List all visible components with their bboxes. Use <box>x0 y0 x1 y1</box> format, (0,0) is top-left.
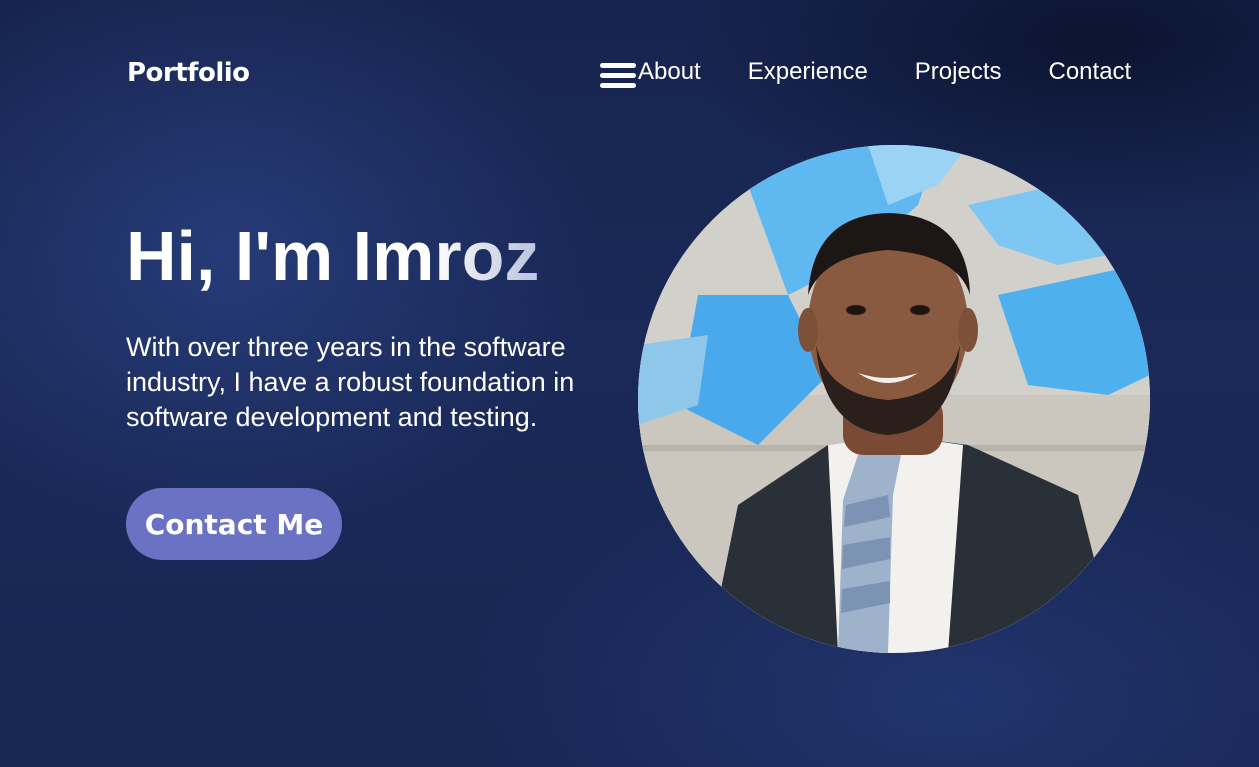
nav-links: About Experience Projects Contact <box>638 58 1131 86</box>
hero-description: With over three years in the software in… <box>126 332 575 432</box>
nav-link-experience[interactable]: Experience <box>748 58 868 85</box>
profile-photo <box>638 145 1150 653</box>
contact-me-button[interactable]: Contact Me <box>126 488 342 560</box>
nav-link-about[interactable]: About <box>638 58 701 85</box>
nav-link-contact[interactable]: Contact <box>1049 58 1132 85</box>
hamburger-menu-icon[interactable] <box>600 63 636 89</box>
nav-link-projects[interactable]: Projects <box>915 58 1002 85</box>
hero-section: Hi, I'm Imroz With over three years in t… <box>126 212 636 435</box>
navbar: Portfolio About Experience Projects Cont… <box>0 0 1259 150</box>
hero-title: Hi, I'm Imroz <box>126 212 636 300</box>
logo[interactable]: Portfolio <box>127 58 250 88</box>
